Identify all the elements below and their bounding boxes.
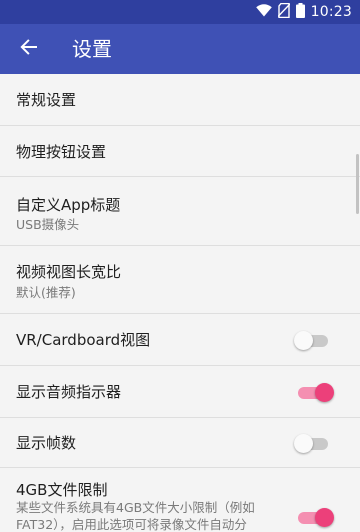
vr-cardboard-toggle[interactable] (294, 331, 332, 350)
toggle-thumb (294, 434, 313, 453)
setting-subtitle: 某些文件系统具有4GB文件大小限制（例如FAT32），启用此选项可将录像文件自动… (16, 500, 255, 532)
setting-title: VR/Cardboard视图 (16, 331, 151, 349)
setting-vr-cardboard[interactable]: VR/Cardboard视图 (0, 314, 360, 366)
setting-subtitle: 默认(推荐) (16, 285, 76, 300)
audio-indicator-toggle[interactable] (296, 383, 334, 402)
status-icons: 10:23 (255, 2, 352, 22)
setting-title: 常规设置 (16, 91, 77, 109)
arrow-back-icon (20, 38, 38, 60)
setting-title: 显示帧数 (16, 434, 77, 452)
setting-title: 视频视图长宽比 (16, 263, 122, 281)
app-bar: 设置 (0, 24, 360, 74)
toggle-thumb (294, 331, 313, 350)
setting-title: 显示音频指示器 (16, 383, 122, 401)
setting-title: 自定义App标题 (16, 196, 121, 214)
status-time: 10:23 (310, 4, 352, 20)
status-bar: 10:23 (0, 0, 360, 24)
setting-title: 4GB文件限制 (16, 481, 108, 499)
toggle-thumb (315, 508, 334, 527)
setting-custom-app-title[interactable]: 自定义App标题 USB摄像头 (0, 177, 360, 246)
setting-show-fps[interactable]: 显示帧数 (0, 418, 360, 468)
back-button[interactable] (14, 34, 44, 64)
setting-subtitle: USB摄像头 (16, 217, 80, 232)
setting-physical-buttons[interactable]: 物理按钮设置 (0, 126, 360, 177)
setting-general[interactable]: 常规设置 (0, 74, 360, 126)
toggle-thumb (315, 383, 334, 402)
settings-list[interactable]: 常规设置 物理按钮设置 自定义App标题 USB摄像头 视频视图长宽比 默认(推… (0, 74, 360, 532)
scrollbar[interactable] (356, 154, 359, 214)
setting-title: 物理按钮设置 (16, 143, 107, 161)
setting-aspect-ratio[interactable]: 视频视图长宽比 默认(推荐) (0, 246, 360, 314)
battery-icon (295, 2, 305, 22)
setting-audio-indicator[interactable]: 显示音频指示器 (0, 366, 360, 418)
4gb-limit-toggle[interactable] (296, 508, 334, 527)
page-title: 设置 (72, 37, 112, 61)
setting-4gb-limit[interactable]: 4GB文件限制 某些文件系统具有4GB文件大小限制（例如FAT32），启用此选项… (0, 468, 360, 532)
no-sim-icon (277, 2, 291, 22)
show-fps-toggle[interactable] (294, 434, 332, 453)
wifi-icon (255, 3, 272, 21)
